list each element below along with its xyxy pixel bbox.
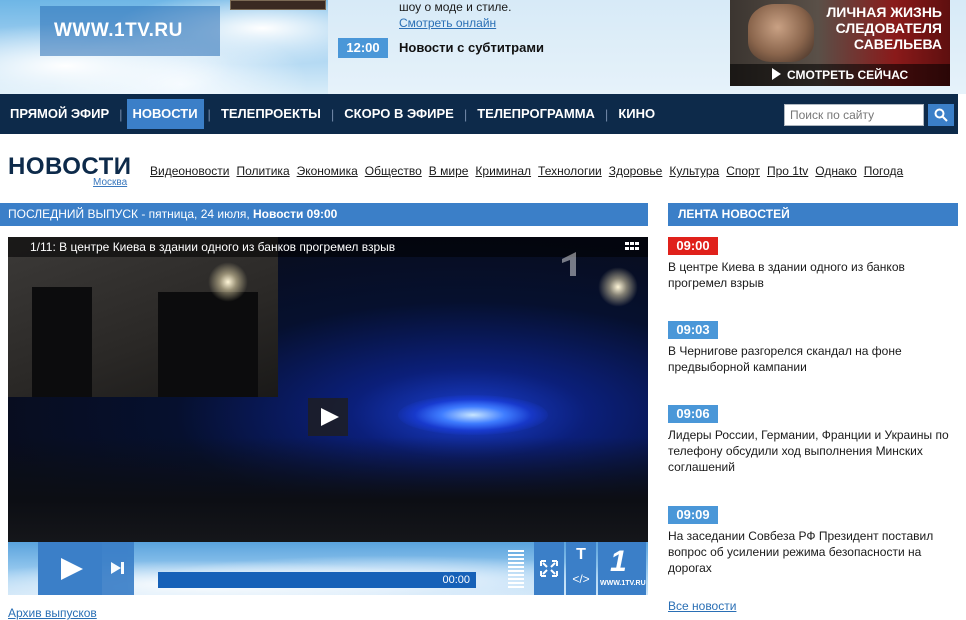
player-channel-logo[interactable]: 1 WWW.1TV.RU	[598, 542, 646, 595]
channel-one-watermark-icon	[562, 252, 576, 276]
top-banner: WWW.1TV.RU шоу о моде и стиле. Смотреть …	[0, 0, 966, 94]
news-feed-item[interactable]: 09:06 Лидеры России, Германии, Франции и …	[668, 405, 958, 475]
site-logo[interactable]: WWW.1TV.RU	[40, 6, 220, 56]
category-link[interactable]: Погода	[864, 164, 904, 178]
watch-online-link[interactable]: Смотреть онлайн	[399, 16, 496, 30]
news-headline-link[interactable]: В центре Киева в здании одного из банков…	[668, 259, 958, 291]
nav-separator: |	[207, 106, 211, 122]
latest-edition-date: - пятница, 24 июля,	[138, 207, 254, 221]
news-headline-link[interactable]: Лидеры России, Германии, Франции и Украи…	[668, 427, 958, 475]
nav-separator: |	[330, 106, 335, 122]
play-button[interactable]	[38, 542, 102, 595]
news-headline-link[interactable]: В Чернигове разгорелся скандал на фоне п…	[668, 343, 958, 375]
news-feed-title: ЛЕНТА НОВОСТЕЙ	[668, 203, 958, 226]
category-link[interactable]: Технологии	[538, 164, 602, 178]
category-link[interactable]: Видеоновости	[150, 164, 229, 178]
sky-background: WWW.1TV.RU	[0, 0, 328, 94]
nav-item[interactable]: ПРЯМОЙ ЭФИР	[4, 99, 115, 129]
nav-separator: |	[604, 106, 609, 122]
category-link[interactable]: Криминал	[475, 164, 531, 178]
nav-separator: |	[463, 106, 468, 122]
category-link[interactable]: Политика	[236, 164, 289, 178]
ad-portrait-image	[748, 4, 814, 62]
news-feed-item[interactable]: 09:03 В Чернигове разгорелся скандал на ф…	[668, 321, 958, 375]
play-icon	[61, 558, 83, 580]
video-scene-window	[32, 287, 92, 397]
nav-item[interactable]: ТЕЛЕПРОЕКТЫ	[215, 99, 327, 129]
category-link[interactable]: Спорт	[726, 164, 760, 178]
news-feed-item[interactable]: 09:00 В центре Киева в здании одного из б…	[668, 237, 958, 291]
embed-code-icon[interactable]: </>	[566, 572, 596, 586]
latest-edition-name: Новости 09:00	[253, 207, 338, 221]
big-play-button[interactable]	[308, 398, 348, 436]
category-link[interactable]: В мире	[429, 164, 469, 178]
region-link[interactable]: Москва	[93, 177, 127, 188]
volume-slider[interactable]	[505, 542, 527, 595]
news-headline-link[interactable]: На заседании Совбеза РФ Президент постав…	[668, 528, 958, 576]
subtitles-icon[interactable]: T	[566, 546, 596, 564]
main-nav: ПРЯМОЙ ЭФИР | НОВОСТИ | ТЕЛЕПРОЕКТЫ | СКОРО В …	[0, 94, 958, 134]
video-frame[interactable]: 1/11: В центре Киева в здании одного из …	[8, 237, 648, 542]
search-input[interactable]	[784, 104, 924, 126]
all-news-link[interactable]: Все новости	[668, 599, 736, 613]
ad-watch-now-button[interactable]: СМОТРЕТЬ СЕЙЧАС	[730, 64, 950, 86]
ad-title: Личная жизнь следователя Савельева	[826, 4, 942, 52]
subtitles-embed-button[interactable]: T </>	[566, 542, 596, 595]
page: WWW.1TV.RU шоу о моде и стиле. Смотреть …	[0, 0, 966, 620]
nav-item[interactable]: НОВОСТИ	[126, 99, 204, 129]
ad-watch-label: СМОТРЕТЬ СЕЙЧАС	[787, 68, 909, 82]
nav-item[interactable]: КИНО	[612, 99, 661, 129]
fullscreen-icon	[540, 560, 558, 577]
play-icon	[321, 408, 339, 426]
news-time-badge: 09:09	[668, 506, 718, 524]
schedule-time-badge: 12:00	[338, 38, 388, 58]
nav-separator: |	[119, 106, 123, 122]
player-controls: 00:00 T </> 1 WWW.1TV.RU	[8, 542, 648, 595]
video-scene-lamp	[598, 267, 638, 307]
category-link[interactable]: Однако	[815, 164, 856, 178]
category-links: Видеоновости Политика Экономика Общество В м…	[150, 164, 910, 178]
schedule-program-title[interactable]: Новости с субтитрами	[399, 40, 544, 55]
news-time-badge: 09:06	[668, 405, 718, 423]
category-link[interactable]: Про 1tv	[767, 164, 808, 178]
progress-bar[interactable]: 00:00	[158, 572, 476, 588]
search-icon	[934, 108, 948, 122]
category-link[interactable]: Экономика	[297, 164, 358, 178]
next-icon	[111, 562, 121, 574]
video-scene-window	[158, 292, 258, 397]
video-player[interactable]: 1/11: В центре Киева в здании одного из …	[8, 237, 648, 595]
progress-time: 00:00	[442, 574, 470, 586]
promo-thumbnail[interactable]	[230, 0, 326, 10]
play-icon	[772, 68, 781, 80]
latest-edition-bar: ПОСЛЕДНИЙ ВЫПУСК - пятница, 24 июля, Нов…	[0, 203, 648, 226]
playlist-grid-icon[interactable]	[625, 242, 639, 252]
next-button[interactable]	[102, 542, 134, 595]
category-link[interactable]: Здоровье	[609, 164, 663, 178]
archive-link[interactable]: Архив выпусков	[8, 606, 97, 620]
news-time-badge: 09:03	[668, 321, 718, 339]
fullscreen-button[interactable]	[534, 542, 564, 595]
category-link[interactable]: Культура	[669, 164, 719, 178]
nav-item[interactable]: ТЕЛЕПРОГРАММА	[471, 99, 601, 129]
nav-items: ПРЯМОЙ ЭФИР | НОВОСТИ | ТЕЛЕПРОЕКТЫ | СКОРО В …	[0, 94, 661, 134]
category-link[interactable]: Общество	[365, 164, 422, 178]
video-scene-police-light	[398, 395, 548, 435]
video-scene-lamp	[208, 262, 248, 302]
video-caption: 1/11: В центре Киева в здании одного из …	[8, 237, 648, 257]
latest-edition-label: ПОСЛЕДНИЙ ВЫПУСК	[8, 207, 139, 221]
news-feed-item[interactable]: 09:09 На заседании Совбеза РФ Президент п…	[668, 506, 958, 576]
nav-item[interactable]: СКОРО В ЭФИРЕ	[338, 99, 460, 129]
news-time-badge: 09:00	[668, 237, 718, 255]
promo-ad-banner[interactable]: Личная жизнь следователя Савельева СМОТР…	[730, 0, 950, 86]
search-button[interactable]	[928, 104, 954, 126]
promo-description: шоу о моде и стиле.	[399, 0, 512, 14]
video-scene-ground	[8, 437, 648, 542]
channel-logo-site: WWW.1TV.RU	[600, 580, 646, 587]
channel-logo-number: 1	[610, 545, 627, 578]
